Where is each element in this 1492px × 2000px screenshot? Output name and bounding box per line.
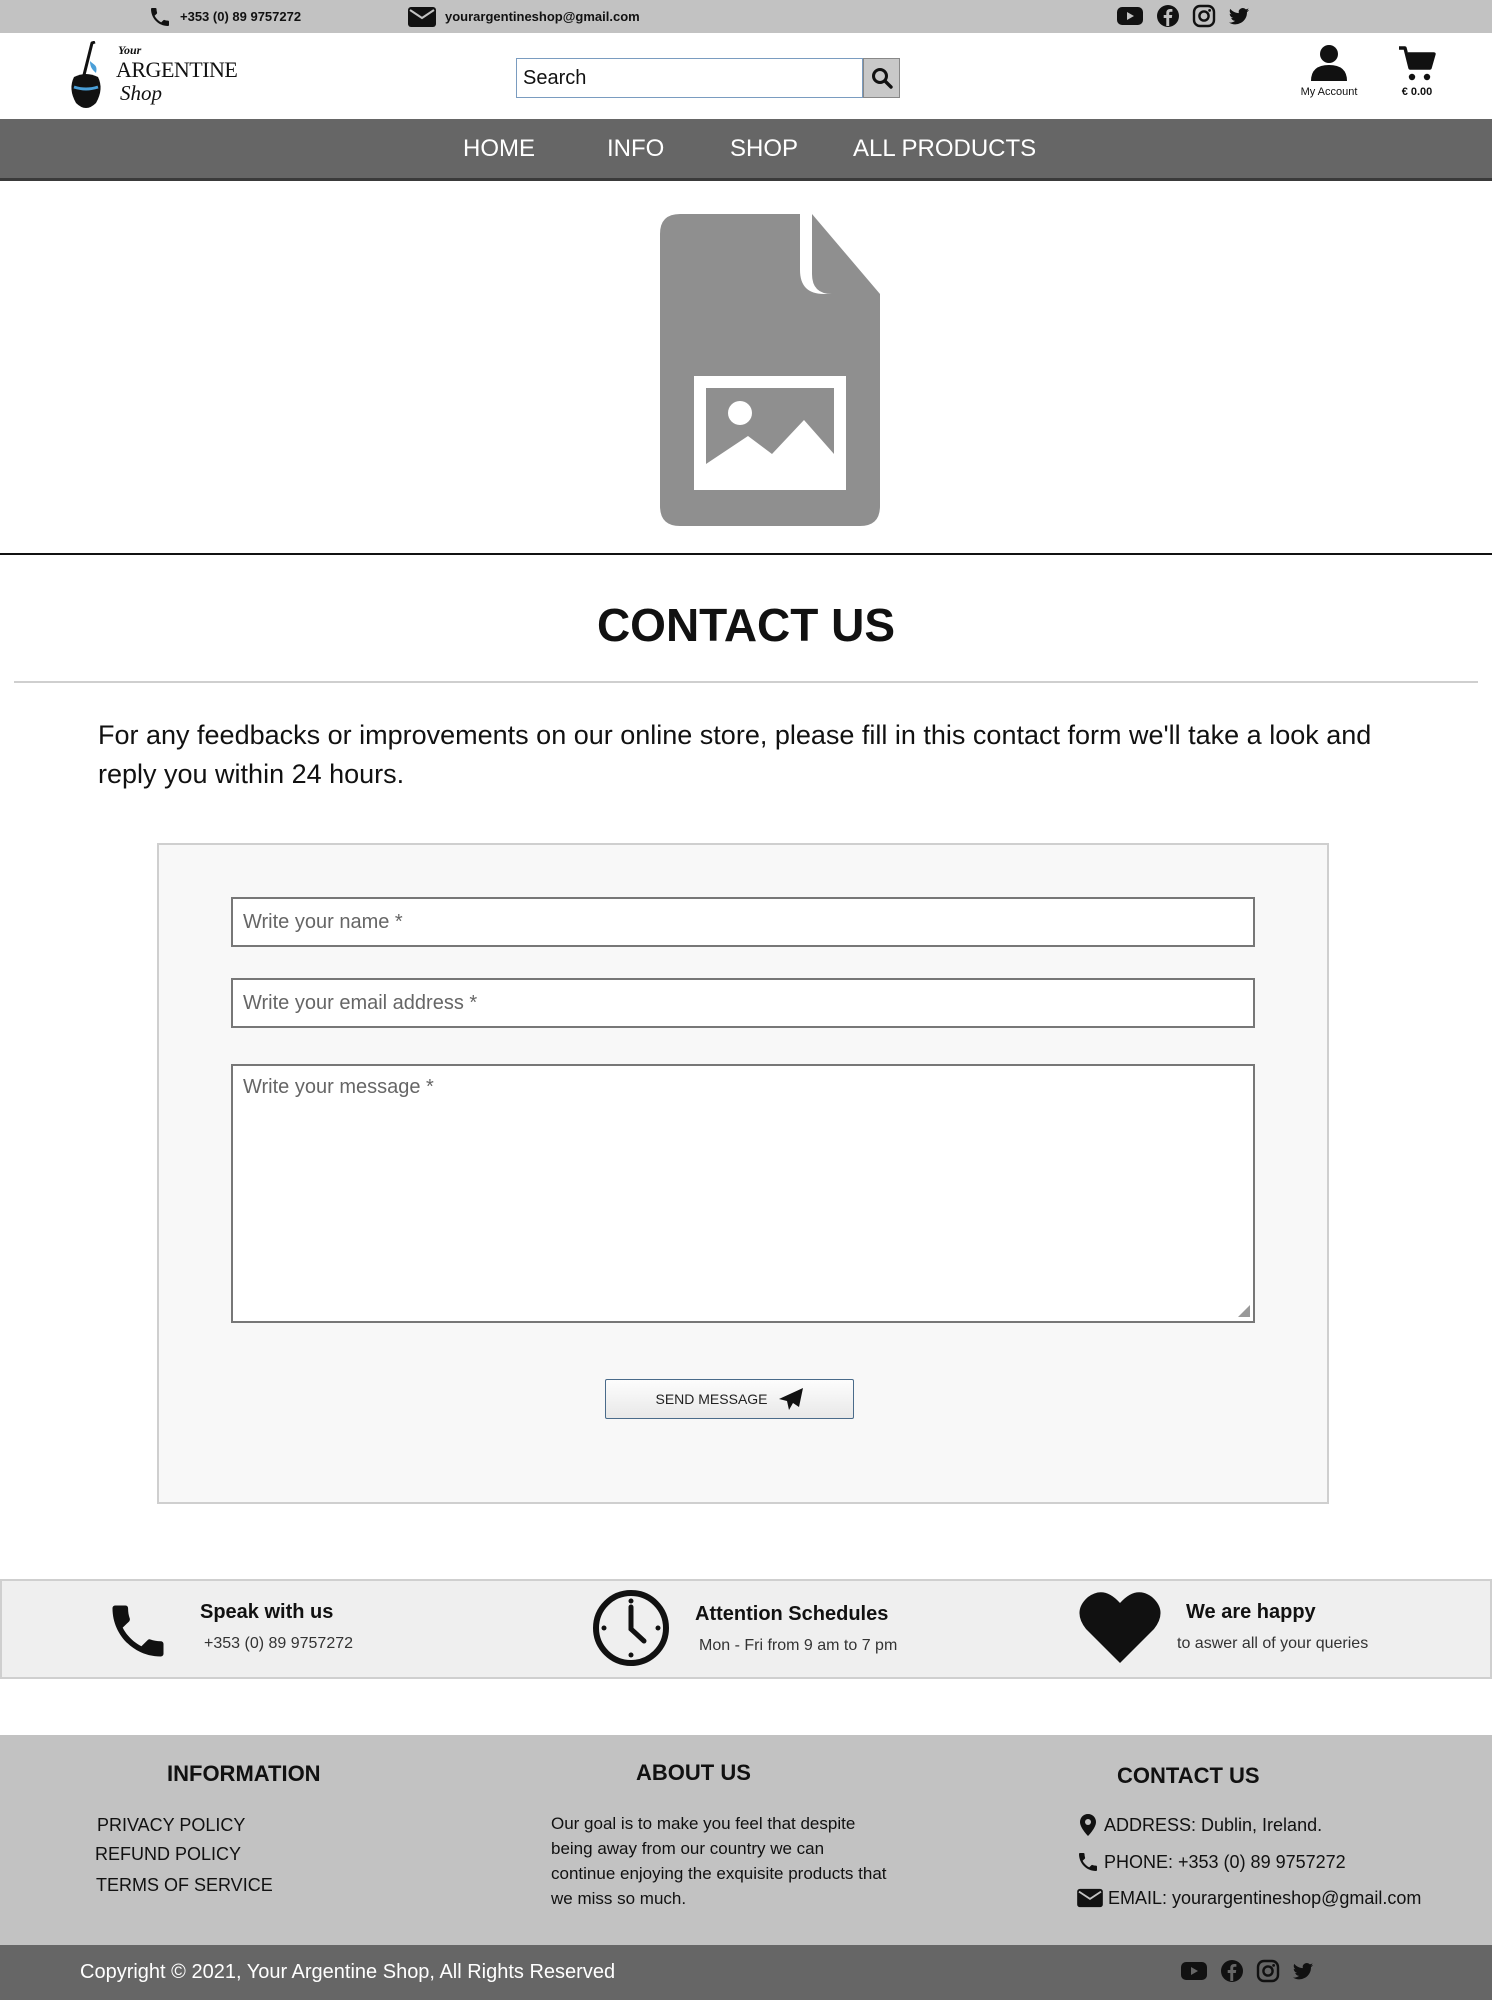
search-button[interactable] (863, 58, 900, 98)
title-divider (14, 681, 1478, 683)
instagram-icon[interactable] (1256, 1959, 1280, 1983)
contact-form: SEND MESSAGE (157, 843, 1329, 1504)
footer-refund-policy-link[interactable]: REFUND POLICY (95, 1844, 241, 1865)
speak-subtitle: +353 (0) 89 9757272 (204, 1635, 354, 1652)
phone-icon (112, 1605, 164, 1657)
location-pin-icon (1080, 1814, 1096, 1836)
footer-address-text: ADDRESS: Dublin, Ireland. (1104, 1814, 1323, 1835)
account-label: My Account (1300, 86, 1358, 98)
search-input[interactable] (516, 58, 863, 98)
footer-phone: PHONE: +353 (0) 89 9757272 (1076, 1850, 1346, 1874)
footer-about-text: Our goal is to make you feel that despit… (551, 1814, 887, 1908)
copyright-bar: Copyright © 2021, Your Argentine Shop, A… (0, 1945, 1492, 2000)
email-field[interactable] (231, 978, 1255, 1028)
cart-icon (1399, 46, 1436, 81)
twitter-icon[interactable] (1228, 4, 1250, 28)
footer-terms-link[interactable]: TERMS OF SERVICE (96, 1875, 273, 1896)
main-nav: HOME INFO SHOP ALL PRODUCTS (0, 119, 1492, 181)
nav-home[interactable]: HOME (463, 119, 535, 178)
footer-contact-heading: CONTACT US (1117, 1763, 1260, 1788)
search-icon (871, 68, 893, 89)
footer-socials (1180, 1959, 1314, 1983)
logo-text-argentine: ARGENTINE (116, 57, 238, 82)
mail-icon (1077, 1888, 1103, 1908)
hero-banner (0, 184, 1492, 555)
speak-title: Speak with us (200, 1601, 334, 1623)
footer-privacy-policy-link[interactable]: PRIVACY POLICY (97, 1815, 245, 1836)
happy-subtitle: to aswer all of your queries (1177, 1635, 1369, 1652)
youtube-icon[interactable] (1116, 4, 1144, 28)
footer-email: EMAIL: yourargentineshop@gmail.com (1076, 1887, 1421, 1909)
topbar-email[interactable]: yourargentineshop@gmail.com (407, 0, 640, 33)
footer-email-text[interactable]: EMAIL: yourargentineshop@gmail.com (1108, 1888, 1421, 1909)
phone-icon (151, 7, 169, 26)
facebook-icon[interactable] (1156, 4, 1180, 28)
cart-link[interactable]: € 0.00 (1398, 45, 1436, 98)
youtube-icon[interactable] (1180, 1959, 1208, 1983)
send-message-label: SEND MESSAGE (655, 1391, 768, 1407)
info-strip: Speak with us +353 (0) 89 9757272 Attent… (0, 1579, 1492, 1679)
logo-text-your: Your (118, 43, 142, 57)
footer-address: ADDRESS: Dublin, Ireland. (1076, 1813, 1322, 1837)
textarea-resize-handle[interactable] (1238, 1305, 1250, 1317)
site-header: Your ARGENTINE Shop My Account € 0.00 (0, 33, 1492, 119)
schedule-subtitle: Mon - Fri from 9 am to 7 pm (699, 1637, 898, 1654)
user-icon (1311, 45, 1347, 81)
footer-information-heading: INFORMATION (167, 1761, 321, 1786)
footer-about-heading: ABOUT US (636, 1760, 751, 1785)
facebook-icon[interactable] (1220, 1959, 1244, 1983)
top-bar: +353 (0) 89 9757272 yourargentineshop@gm… (0, 0, 1492, 33)
send-message-button[interactable]: SEND MESSAGE (605, 1379, 854, 1419)
search-bar (516, 58, 900, 98)
footer-phone-text: PHONE: +353 (0) 89 9757272 (1104, 1851, 1346, 1872)
clock-icon (593, 1590, 669, 1666)
instagram-icon[interactable] (1192, 4, 1216, 28)
topbar-email-text: yourargentineshop@gmail.com (445, 9, 640, 24)
copyright-text: Copyright © 2021, Your Argentine Shop, A… (80, 1961, 616, 1983)
topbar-phone[interactable]: +353 (0) 89 9757272 (148, 0, 301, 33)
name-field[interactable] (231, 897, 1255, 947)
nav-shop[interactable]: SHOP (730, 119, 798, 178)
contact-intro: For any feedbacks or improvements on our… (98, 720, 1372, 789)
cart-total: € 0.00 (1401, 86, 1433, 98)
happy-title: We are happy (1186, 1601, 1316, 1623)
page-title: CONTACT US (596, 599, 896, 651)
paper-plane-icon (778, 1388, 803, 1410)
logo[interactable]: Your ARGENTINE Shop (66, 40, 238, 113)
nav-info[interactable]: INFO (607, 119, 664, 178)
message-field[interactable] (231, 1064, 1255, 1323)
image-placeholder-icon (660, 214, 880, 526)
site-footer: INFORMATION PRIVACY POLICY REFUND POLICY… (0, 1735, 1492, 1945)
account-link[interactable]: My Account (1292, 43, 1366, 98)
mate-gourd-icon (71, 40, 101, 108)
phone-icon (1079, 1853, 1097, 1871)
schedule-title: Attention Schedules (695, 1603, 889, 1625)
twitter-icon[interactable] (1292, 1959, 1314, 1983)
topbar-phone-text: +353 (0) 89 9757272 (180, 9, 302, 24)
mail-icon (408, 6, 436, 27)
topbar-socials (1116, 4, 1250, 28)
logo-text-shop: Shop (120, 81, 162, 105)
heart-icon (1079, 1592, 1161, 1663)
nav-all-products[interactable]: ALL PRODUCTS (853, 119, 1036, 178)
